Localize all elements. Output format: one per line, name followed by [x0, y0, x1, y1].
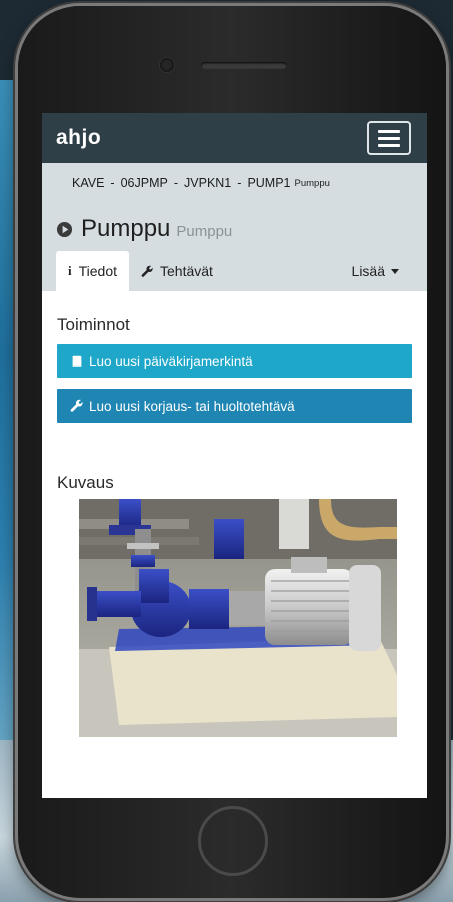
new-diary-entry-button[interactable]: Luo uusi päiväkirjamerkintä [57, 344, 412, 378]
book-icon [72, 355, 82, 367]
caret-down-icon [391, 268, 399, 274]
breadcrumb-separator: - [173, 176, 179, 190]
breadcrumb-item-current: PUMP1 [247, 176, 291, 190]
home-button[interactable] [198, 806, 268, 876]
tab-label: Lisää [351, 263, 385, 279]
breadcrumb-separator: - [110, 176, 115, 190]
hamburger-icon-bar [378, 129, 400, 133]
play-circle-icon [56, 221, 73, 237]
brand-logo[interactable]: ahjo [56, 126, 101, 150]
breadcrumb-item[interactable]: KAVE [72, 176, 104, 190]
hamburger-icon-bar [378, 143, 400, 147]
tab-label: Tehtävät [160, 263, 213, 279]
page-title: Pumppu [81, 215, 171, 242]
breadcrumb: KAVE - 06JPMP - JVPKN1 - PUMP1 Pumppu [42, 163, 427, 203]
main-content: Toiminnot Luo uusi päiväkirjamerkintä Lu… [42, 315, 427, 737]
tab-more-dropdown[interactable]: Lisää [340, 251, 411, 291]
tab-tehtavat[interactable]: Tehtävät [129, 251, 225, 291]
button-label: Luo uusi päiväkirjamerkintä [89, 353, 253, 369]
wrench-icon [141, 265, 153, 277]
breadcrumb-item[interactable]: JVPKN1 [184, 176, 231, 190]
header-area: KAVE - 06JPMP - JVPKN1 - PUMP1 Pumppu Pu… [42, 163, 427, 291]
breadcrumb-item[interactable]: 06JPMP [121, 176, 168, 190]
hamburger-menu-button[interactable] [367, 121, 411, 155]
top-navbar: ahjo [42, 113, 427, 163]
new-repair-task-button[interactable]: Luo uusi korjaus- tai huoltotehtävä [57, 389, 412, 423]
actions-heading: Toiminnot [57, 315, 130, 334]
breadcrumb-separator: - [237, 176, 242, 190]
phone-screen: ahjo KAVE - 06JPMP - JVPKN1 - PUMP1 Pump… [42, 113, 427, 798]
tab-tiedot[interactable]: i Tiedot [56, 251, 130, 291]
page-title-row: Pumppu Pumppu [42, 203, 427, 245]
info-icon: i [68, 263, 72, 278]
pump-photo [79, 499, 397, 737]
page-subtitle: Pumppu [176, 223, 233, 240]
wrench-icon [70, 399, 83, 412]
hamburger-icon-bar [378, 136, 400, 140]
button-label: Luo uusi korjaus- tai huoltotehtävä [89, 398, 295, 414]
earpiece-speaker [201, 62, 287, 69]
tab-bar: i Tiedot Tehtävät Lisää [42, 249, 427, 291]
description-heading: Kuvaus [57, 473, 114, 492]
breadcrumb-suffix: Pumppu [294, 177, 330, 189]
tab-label: Tiedot [78, 263, 118, 279]
front-camera [160, 58, 174, 72]
